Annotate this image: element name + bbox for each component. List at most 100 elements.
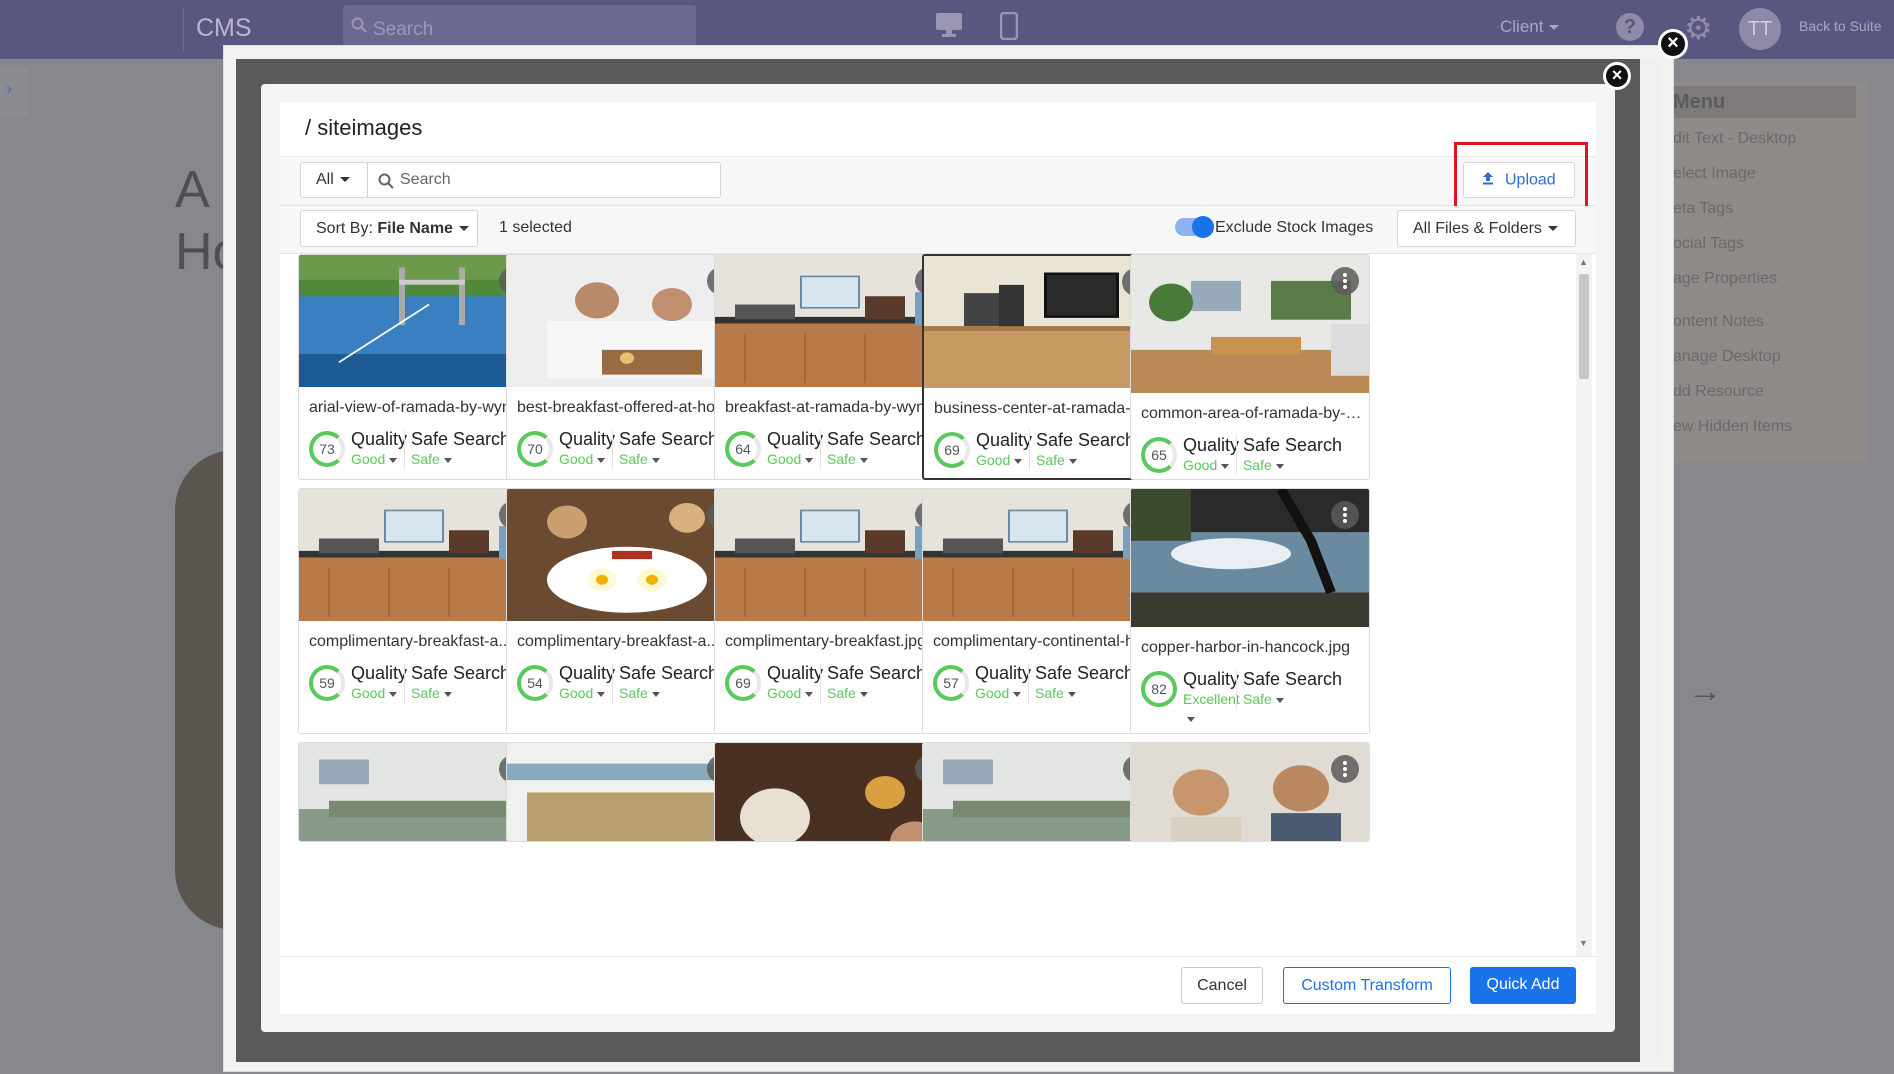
image-card[interactable]	[1130, 742, 1370, 842]
custom-transform-button[interactable]: Custom Transform	[1283, 967, 1451, 1004]
quality-label: Quality	[559, 429, 616, 449]
quality-value-text: Good	[1183, 457, 1218, 473]
quality-value[interactable]: Good	[975, 685, 1022, 701]
scroll-thumb[interactable]	[1579, 274, 1589, 379]
back-to-suite-link[interactable]: Back to Suite	[1799, 18, 1882, 34]
chevron-down-icon	[443, 691, 452, 697]
safe-search-value[interactable]: Safe	[1243, 457, 1284, 473]
menu-item[interactable]: ocial Tags	[1673, 235, 1744, 253]
image-card[interactable]: complimentary-continental-h... 57 Quality G…	[922, 488, 1162, 734]
menu-item[interactable]: ontent Notes	[1673, 313, 1764, 331]
quality-value[interactable]: Excellent	[1183, 691, 1240, 707]
more-options-icon[interactable]	[1331, 501, 1359, 529]
arrow-right-icon[interactable]: →	[1688, 672, 1722, 711]
gear-icon[interactable]: ⚙	[1684, 9, 1713, 47]
desktop-view-icon[interactable]	[935, 12, 963, 45]
chevron-down-icon	[458, 226, 469, 232]
chevron-down-icon	[805, 691, 814, 697]
chevron-down-icon	[859, 691, 868, 697]
image-filename: breakfast-at-ramada-by-wyn...	[725, 399, 939, 416]
quality-value-text: Good	[559, 685, 594, 701]
exclude-stock-toggle[interactable]	[1175, 216, 1214, 238]
more-options-icon[interactable]	[1331, 267, 1359, 295]
help-icon[interactable]: ?	[1616, 13, 1644, 41]
quick-add-button[interactable]: Quick Add	[1470, 967, 1576, 1004]
background-heading-line1: A	[175, 161, 210, 219]
scope-label: All Files & Folders	[1413, 220, 1542, 237]
divider	[1028, 663, 1029, 703]
more-options-icon[interactable]	[1331, 755, 1359, 783]
divider	[1236, 669, 1237, 709]
safe-search-value[interactable]: Safe	[827, 685, 868, 701]
menu-item[interactable]: ew Hidden Items	[1673, 418, 1792, 436]
menu-item[interactable]: age Properties	[1673, 270, 1777, 288]
outer-scrollbar[interactable]	[1640, 59, 1661, 1062]
type-filter-dropdown[interactable]: All	[300, 162, 368, 198]
safe-search-value[interactable]: Safe	[411, 451, 452, 467]
image-thumbnail[interactable]	[923, 743, 1161, 841]
image-card[interactable]: complimentary-breakfast-a... 54 Quality Goo…	[506, 488, 746, 734]
image-card[interactable]: best-breakfast-offered-at-hot... 70 Qualit…	[506, 254, 746, 480]
menu-item[interactable]: dit Text - Desktop	[1673, 130, 1796, 148]
safe-search-value[interactable]: Safe	[411, 685, 452, 701]
quality-value[interactable]: Good	[767, 685, 814, 701]
quality-value[interactable]: Good	[351, 685, 398, 701]
quality-score: 57	[933, 665, 969, 701]
grid-scrollbar[interactable]: ▲ ▼	[1576, 254, 1592, 956]
quality-value[interactable]: Good	[767, 451, 814, 467]
image-card[interactable]	[714, 742, 954, 842]
safe-search-value-text: Safe	[411, 685, 440, 701]
quality-value[interactable]: Good	[976, 452, 1023, 468]
avatar[interactable]: TT	[1739, 8, 1781, 50]
image-card[interactable]	[506, 742, 746, 842]
chevron-down-icon[interactable]	[1187, 717, 1195, 722]
image-thumbnail[interactable]	[1131, 743, 1369, 841]
image-card[interactable]: arial-view-of-ramada-by-wyn... 73 Quality G…	[298, 254, 538, 480]
quality-score: 64	[725, 431, 761, 467]
quality-value[interactable]: Good	[559, 685, 606, 701]
menu-item[interactable]: dd Resource	[1673, 383, 1764, 401]
image-card[interactable]: complimentary-breakfast-a... 59 Quality Goo…	[298, 488, 538, 734]
image-filename: complimentary-breakfast.jpg	[725, 633, 926, 650]
safe-search-value[interactable]: Safe	[827, 451, 868, 467]
sidebar-toggle[interactable]: ›	[0, 67, 28, 117]
menu-item[interactable]: elect Image	[1673, 165, 1756, 183]
safe-search-value[interactable]: Safe	[619, 451, 660, 467]
image-thumbnail[interactable]	[715, 743, 953, 841]
sort-dropdown[interactable]: Sort By: File Name	[300, 210, 478, 247]
image-thumbnail[interactable]	[299, 743, 537, 841]
quality-value[interactable]: Good	[1183, 457, 1230, 473]
app-logo[interactable]: CMS	[196, 14, 252, 43]
menu-item[interactable]: anage Desktop	[1673, 348, 1781, 366]
cancel-button[interactable]: Cancel	[1181, 967, 1263, 1004]
mobile-view-icon[interactable]	[999, 11, 1019, 47]
scroll-down-icon[interactable]: ▼	[1579, 938, 1588, 948]
image-card[interactable]: common-area-of-ramada-by-w... 65 Quality Go…	[1130, 254, 1370, 480]
chevron-down-icon	[443, 457, 452, 463]
menu-item[interactable]: eta Tags	[1673, 200, 1733, 218]
quality-score: 69	[934, 432, 970, 468]
outer-close-button[interactable]: ×	[1658, 29, 1688, 59]
chevron-down-icon	[859, 457, 868, 463]
safe-search-value[interactable]: Safe	[1243, 691, 1284, 707]
image-card[interactable]	[922, 742, 1162, 842]
quality-value[interactable]: Good	[351, 451, 398, 467]
close-button[interactable]: ×	[1603, 62, 1631, 90]
image-thumbnail[interactable]	[507, 743, 745, 841]
safe-search-label: Safe Search	[1035, 663, 1135, 683]
safe-search-value[interactable]: Safe	[1035, 685, 1076, 701]
image-search-input[interactable]: Search	[367, 162, 721, 198]
quality-value[interactable]: Good	[559, 451, 606, 467]
image-card[interactable]: complimentary-breakfast.jpg 69 Quality Good…	[714, 488, 954, 734]
scope-dropdown[interactable]: All Files & Folders	[1397, 210, 1576, 247]
safe-search-value[interactable]: Safe	[619, 685, 660, 701]
safe-search-value[interactable]: Safe	[1036, 452, 1077, 468]
image-card[interactable]	[298, 742, 538, 842]
image-card[interactable]: copper-harbor-in-hancock.jpg 82 Quality Exc…	[1130, 488, 1370, 734]
menu-header: Menu	[1663, 86, 1856, 118]
image-card[interactable]: breakfast-at-ramada-by-wyn... 64 Quality Go…	[714, 254, 954, 480]
image-card[interactable]: business-center-at-ramada-b... 69 Quality G…	[922, 254, 1162, 480]
client-dropdown[interactable]: Client	[1500, 17, 1560, 37]
image-filename: complimentary-continental-h...	[933, 633, 1148, 650]
scroll-up-icon[interactable]: ▲	[1579, 257, 1588, 267]
